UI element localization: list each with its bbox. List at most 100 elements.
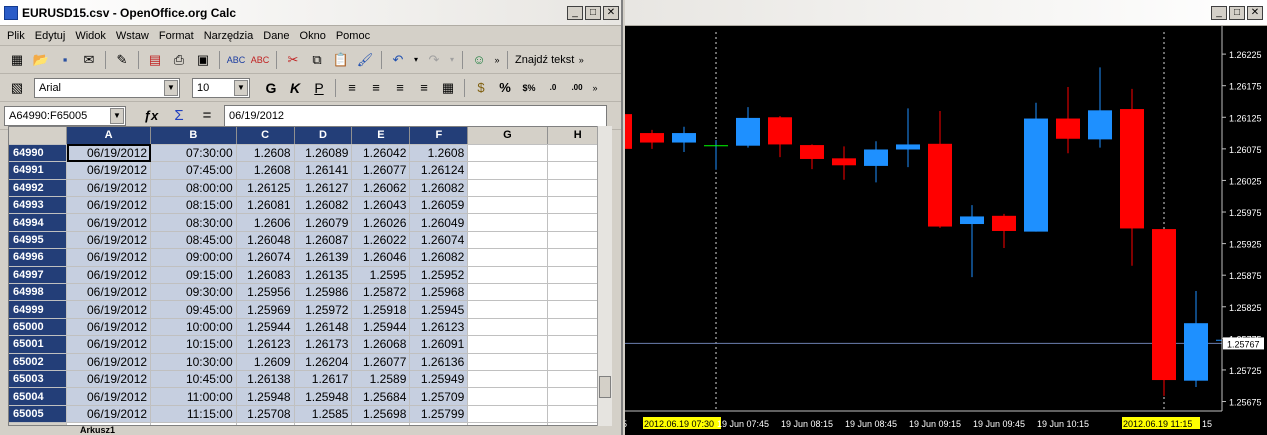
cell-g[interactable] xyxy=(467,387,548,406)
sum-icon[interactable]: Σ xyxy=(168,105,190,127)
standard-format-icon[interactable]: $% xyxy=(518,77,540,99)
edit-file-icon[interactable]: ✎ xyxy=(111,49,133,71)
chevron-down-icon[interactable]: ▼ xyxy=(110,107,124,124)
cell-c[interactable]: 1.26048 xyxy=(236,231,295,250)
candle-body[interactable] xyxy=(832,158,856,166)
menu-widok[interactable]: Widok xyxy=(74,30,107,42)
cell-d[interactable]: 1.26089 xyxy=(294,144,353,163)
cell-c[interactable]: 1.26138 xyxy=(236,370,295,389)
align-left-icon[interactable]: ≡ xyxy=(341,77,363,99)
cell-b[interactable]: 07:30:00 xyxy=(150,144,237,163)
cell-c[interactable]: 1.25944 xyxy=(236,318,295,337)
cell-d[interactable]: 1.25972 xyxy=(294,300,353,319)
cell-c[interactable]: 1.2608 xyxy=(236,144,295,163)
font-name-select[interactable]: Arial ▼ xyxy=(34,77,180,98)
undo-icon[interactable]: ↶ xyxy=(387,49,409,71)
row-header[interactable]: 64994 xyxy=(9,213,68,232)
cell-d[interactable]: 1.2617 xyxy=(294,370,353,389)
paste-icon[interactable]: 📋 xyxy=(330,49,352,71)
column-header-f[interactable]: F xyxy=(409,127,469,145)
open-icon[interactable]: 📂 xyxy=(30,49,52,71)
cell-c[interactable]: 1.25708 xyxy=(236,405,295,424)
cell-c[interactable]: 1.26083 xyxy=(236,266,295,285)
cell-f[interactable]: 1.26082 xyxy=(409,248,469,267)
cell-d[interactable]: 1.26173 xyxy=(294,335,353,354)
cell-f[interactable]: 1.26123 xyxy=(409,318,469,337)
equals-icon[interactable]: = xyxy=(196,105,218,127)
candlestick-chart[interactable]: 1.26225 1.26175 1.26125 1.26075 1.26025 1.259… xyxy=(625,26,1267,435)
cell-g[interactable] xyxy=(467,213,548,232)
cell-f[interactable]: 1.26049 xyxy=(409,213,469,232)
row-header[interactable]: 64996 xyxy=(9,248,68,267)
cell-d[interactable]: 1.26082 xyxy=(294,196,353,215)
cell-d[interactable]: 1.26141 xyxy=(294,161,353,180)
cell-f[interactable]: 1.25949 xyxy=(409,370,469,389)
cut-icon[interactable]: ✂ xyxy=(282,49,304,71)
cell-g[interactable] xyxy=(467,335,548,354)
add-decimal-icon[interactable]: .0 xyxy=(542,77,564,99)
redo-dropdown-icon[interactable]: ▾ xyxy=(447,49,457,71)
font-size-select[interactable]: 10 ▼ xyxy=(192,77,250,98)
new-document-icon[interactable]: ▦ xyxy=(6,49,28,71)
cell-g[interactable] xyxy=(467,318,548,337)
autospellcheck-icon[interactable]: ABC xyxy=(249,49,271,71)
row-header[interactable]: 64990 xyxy=(9,144,68,163)
cell-c[interactable]: 1.26123 xyxy=(236,335,295,354)
menu-narzedzia[interactable]: Narzędzia xyxy=(203,30,255,42)
cell-f[interactable]: 1.26091 xyxy=(409,335,469,354)
cell-c[interactable]: 1.26125 xyxy=(236,179,295,198)
cell-e[interactable]: 1.26077 xyxy=(351,353,411,371)
menu-plik[interactable]: Plik xyxy=(6,30,26,42)
cell-b[interactable]: 08:00:00 xyxy=(150,179,237,198)
cell-e[interactable]: 1.26046 xyxy=(351,248,411,267)
maximize-icon[interactable]: □ xyxy=(585,5,601,20)
candle-body[interactable] xyxy=(1056,118,1080,139)
candle-body[interactable] xyxy=(960,216,984,225)
row-header[interactable]: 65000 xyxy=(9,318,68,337)
menu-dane[interactable]: Dane xyxy=(262,30,290,42)
function-wizard-icon[interactable]: ƒx xyxy=(140,105,162,127)
save-icon[interactable]: ▪ xyxy=(54,49,76,71)
toolbar-overflow-icon[interactable]: » xyxy=(492,49,502,71)
cell-c[interactable]: 1.2606 xyxy=(236,213,295,232)
row-header[interactable]: 65005 xyxy=(9,405,68,424)
row-header[interactable]: 64998 xyxy=(9,283,68,302)
cell-b[interactable]: 10:15:00 xyxy=(150,335,237,354)
cell-e[interactable]: 1.25698 xyxy=(351,405,411,424)
candle-body[interactable] xyxy=(625,114,632,149)
chevron-down-icon[interactable]: ▼ xyxy=(164,79,178,96)
cell-a[interactable]: 06/19/2012 xyxy=(66,405,152,424)
cell-g[interactable] xyxy=(467,266,548,285)
candle-body[interactable] xyxy=(768,117,792,145)
row-header[interactable]: 64993 xyxy=(9,196,68,215)
cell-e[interactable]: 1.26077 xyxy=(351,161,411,180)
remove-decimal-icon[interactable]: .00 xyxy=(566,77,588,99)
cell-a[interactable]: 06/19/2012 xyxy=(66,179,152,198)
cell-a[interactable]: 06/19/2012 xyxy=(66,231,152,250)
cell-b[interactable]: 10:00:00 xyxy=(150,318,237,337)
sheet-tab-arkusz1[interactable]: Arkusz1 xyxy=(80,426,115,435)
cell-d[interactable]: 1.26135 xyxy=(294,266,353,285)
cell-e[interactable]: 1.26022 xyxy=(351,231,411,250)
find-text-label[interactable]: Znajdź tekst xyxy=(515,54,574,66)
chevron-down-icon[interactable]: ▼ xyxy=(234,79,248,96)
print-preview-icon[interactable]: ▣ xyxy=(192,49,214,71)
cell-a[interactable]: 06/19/2012 xyxy=(66,266,152,285)
cell-g[interactable] xyxy=(467,353,548,371)
row-header[interactable]: 65001 xyxy=(9,335,68,354)
column-header-b[interactable]: B xyxy=(150,127,237,145)
cell-e[interactable]: 1.2595 xyxy=(351,266,411,285)
cell-f[interactable]: 1.25945 xyxy=(409,300,469,319)
cell-d[interactable]: 1.26127 xyxy=(294,179,353,198)
candle-body[interactable] xyxy=(864,149,888,166)
cell-g[interactable] xyxy=(467,300,548,319)
cell-d[interactable]: 1.25948 xyxy=(294,387,353,406)
cell-b[interactable]: 09:00:00 xyxy=(150,248,237,267)
candle-body[interactable] xyxy=(1024,118,1048,232)
cell-f[interactable]: 1.26074 xyxy=(409,231,469,250)
candle-body[interactable] xyxy=(1088,110,1112,140)
cell-c[interactable]: 1.25948 xyxy=(236,387,295,406)
spellcheck-icon[interactable]: ABC xyxy=(225,49,247,71)
column-header-d[interactable]: D xyxy=(294,127,353,145)
cell-a[interactable]: 06/19/2012 xyxy=(66,144,152,163)
